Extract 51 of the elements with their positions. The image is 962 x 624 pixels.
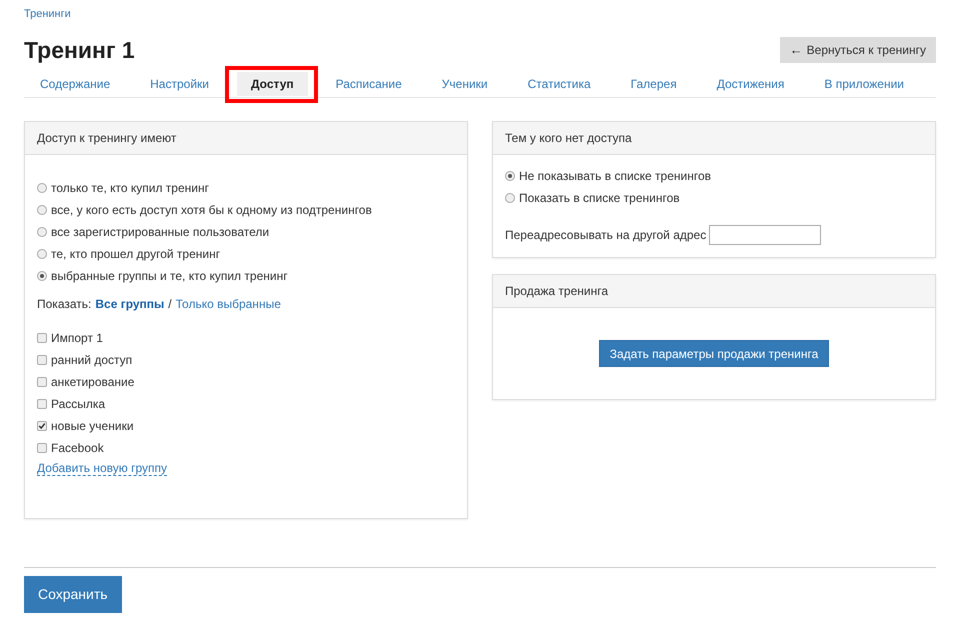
filter-link[interactable]: Все группы (95, 295, 164, 313)
save-button[interactable]: Сохранить (24, 576, 122, 613)
group-label: Импорт 1 (51, 330, 103, 347)
checkbox[interactable] (37, 443, 47, 453)
tab[interactable]: Настройки (138, 72, 221, 96)
option-label: выбранные группы и те, кто купил тренинг (51, 268, 288, 285)
sale-settings-button[interactable]: Задать параметры продажи тренинга (598, 340, 830, 367)
group-label: новые ученики (51, 418, 134, 435)
back-button[interactable]: ← Вернуться к тренингу (780, 37, 936, 63)
tab[interactable]: Доступ (236, 72, 308, 96)
group-label: анкетирование (51, 374, 134, 391)
option-label: все, у кого есть доступ хотя бы к одному из подтренингов (51, 202, 372, 219)
panel-title: Продажа тренинга (505, 283, 608, 300)
arrow-icon: ← (790, 40, 803, 60)
option-label: Показать в списке тренингов (519, 190, 680, 207)
panel-title: Тем у кого нет доступа (505, 130, 632, 147)
tab[interactable]: В приложении (812, 72, 916, 96)
add-group-link[interactable]: Добавить новую группу (37, 461, 168, 476)
radio-button[interactable] (37, 205, 47, 215)
checkbox[interactable] (37, 333, 47, 343)
checkbox[interactable] (37, 399, 47, 409)
checkbox[interactable] (37, 377, 47, 387)
tab[interactable]: Статистика (516, 72, 603, 96)
group-label: Facebook (51, 440, 104, 457)
radio-button[interactable] (37, 227, 47, 237)
radio-button[interactable] (37, 249, 47, 259)
tab[interactable]: Расписание (324, 72, 414, 96)
group-label: Рассылка (51, 396, 106, 413)
filter-link[interactable]: Только выбранные (176, 295, 281, 313)
radio-button[interactable] (37, 271, 47, 281)
radio-button[interactable] (505, 171, 515, 181)
radio-button[interactable] (505, 193, 515, 203)
option-label: те, кто прошел другой тренинг (51, 246, 220, 263)
tab[interactable]: Галерея (618, 72, 689, 96)
separator-text: / (168, 296, 172, 313)
option-label: Не показывать в списке тренингов (519, 168, 712, 185)
checkbox[interactable] (37, 421, 47, 431)
radio-button[interactable] (37, 183, 47, 193)
option-label: все зарегистрированные пользователи (51, 224, 270, 241)
breadcrumb-link[interactable]: Тренинги (24, 8, 71, 20)
tab[interactable]: Ученики (430, 72, 500, 96)
panel-title: Доступ к тренингу имеют (37, 130, 176, 147)
redirect-field[interactable] (709, 225, 822, 245)
tab[interactable]: Достижения (704, 72, 796, 96)
group-label: ранний доступ (51, 352, 132, 369)
tab[interactable]: Содержание (28, 72, 122, 96)
filter-label: Показать: (37, 296, 92, 313)
option-label: только те, кто купил тренинг (51, 180, 209, 197)
field-label: Переадресовывать на другой адрес (505, 227, 706, 244)
checkbox[interactable] (37, 355, 47, 365)
page-title: Тренинг 1 (24, 36, 135, 65)
